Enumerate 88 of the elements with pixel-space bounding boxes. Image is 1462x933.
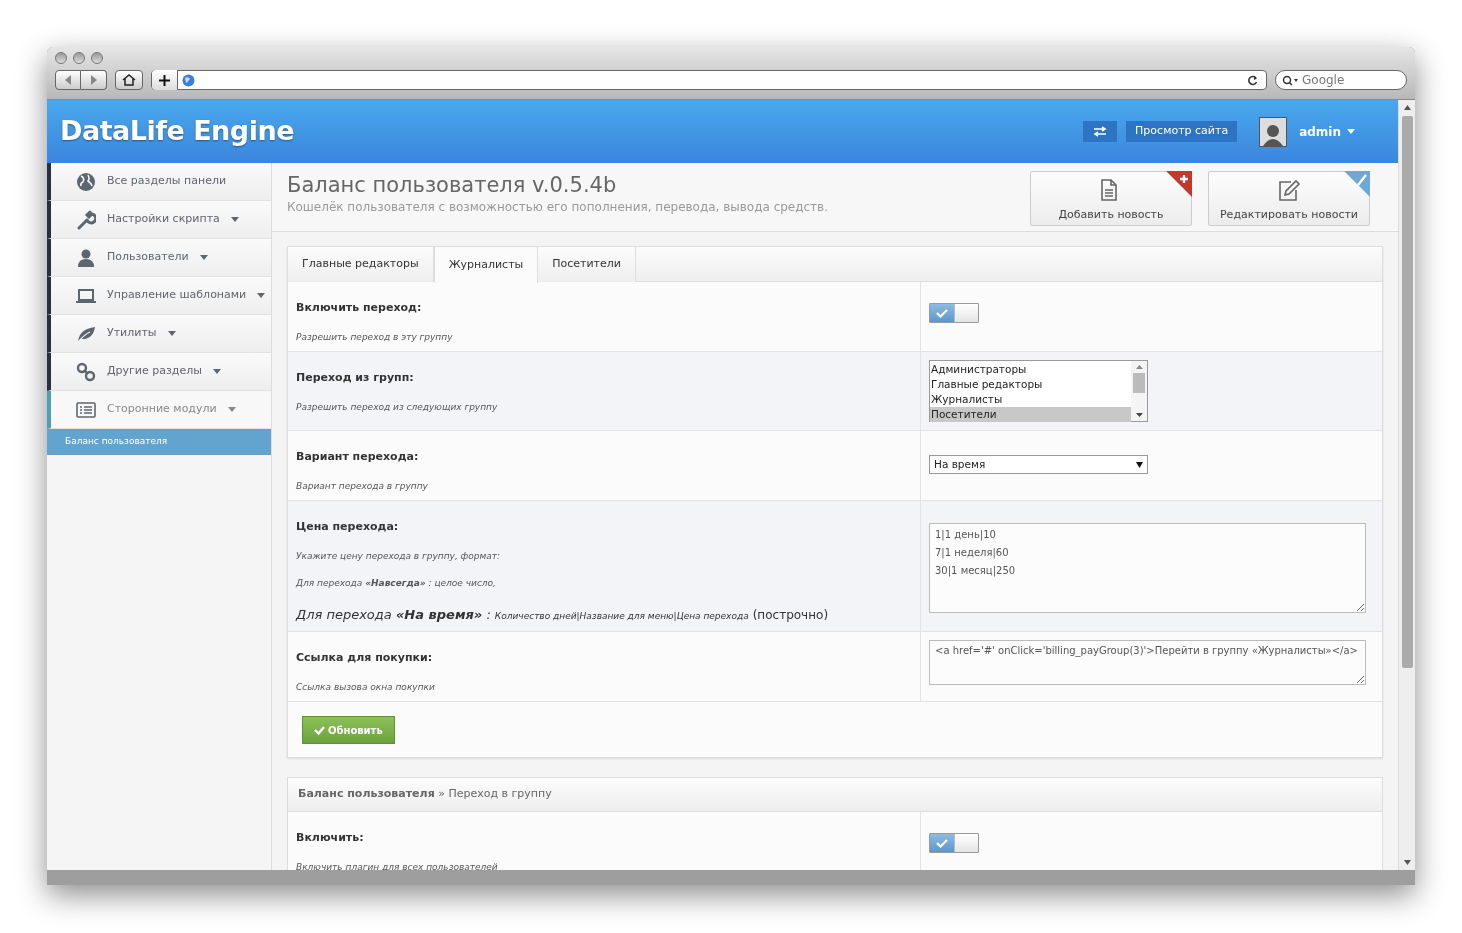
toggle-switch[interactable] — [929, 303, 979, 323]
setting-hint: Включить плагин для всех пользователей — [296, 860, 499, 870]
setting-hint: Разрешить переход из следующих группу — [296, 400, 499, 414]
dropdown-arrow-icon — [1136, 461, 1143, 468]
zoom-window-button[interactable] — [91, 52, 103, 64]
sidebar-item[interactable]: Пользователи — [47, 239, 271, 277]
list-option[interactable]: Посетители — [930, 407, 1131, 422]
back-button[interactable] — [55, 70, 81, 90]
add-news-button[interactable]: Добавить новость — [1030, 171, 1192, 226]
plus-icon — [159, 74, 170, 86]
sidebar-item-label: Настройки скрипта — [107, 211, 220, 228]
price-textarea[interactable]: 1|1 день|10 7|1 неделя|60 30|1 месяц|250 — [929, 523, 1366, 613]
list-icon — [76, 399, 96, 420]
group-listbox[interactable]: Администраторы Главные редакторы Журналисты Посетители — [929, 360, 1148, 422]
plus-icon — [1166, 171, 1192, 197]
setting-hint: Укажите цену перехода в группу, формат: — [296, 549, 502, 563]
tab[interactable]: Журналисты — [433, 247, 539, 283]
setting-label: Вариант перехода: — [296, 449, 420, 465]
sidebar-item[interactable]: Управление шаблонами — [47, 277, 271, 315]
setting-label: Включить переход: — [296, 300, 423, 316]
list-option[interactable]: Журналисты — [930, 392, 1131, 407]
home-icon — [122, 74, 136, 86]
setting-hint: Вариант перехода в группу — [296, 479, 429, 493]
pencil-icon — [1344, 171, 1370, 197]
scrollbar-thumb[interactable] — [1401, 116, 1413, 668]
checkmark-icon — [936, 838, 948, 848]
search-icon — [1282, 74, 1299, 86]
search-field[interactable]: Google — [1275, 70, 1407, 90]
search-input: Google — [1302, 71, 1392, 89]
setting-label: Цена перехода: — [296, 519, 400, 535]
sidebar-item-label: Сторонние модули — [107, 401, 217, 418]
globe-icon — [76, 171, 96, 192]
wrench-icon — [76, 209, 96, 230]
sidebar-item[interactable]: Утилиты — [47, 315, 271, 353]
scroll-down-arrow-icon — [1403, 860, 1411, 865]
edit-news-button[interactable]: Редактировать новости — [1208, 171, 1370, 226]
note-text: (построчно) — [752, 606, 829, 624]
setting-label: Переход из групп: — [296, 370, 415, 386]
setting-label: Включить: — [296, 830, 365, 846]
sidebar-item-label: Пользователи — [107, 249, 189, 266]
setting-hint: Для перехода «Навсегда» : целое число, — [296, 577, 497, 590]
list-scrollbar[interactable] — [1131, 361, 1147, 421]
link-icon — [76, 361, 96, 382]
view-site-button[interactable]: Просмотр сайта — [1126, 121, 1238, 142]
setting-hint: Разрешить переход в эту группу — [296, 330, 454, 344]
sidebar-item-label: Другие разделы — [107, 363, 202, 380]
scrollbar[interactable] — [1398, 100, 1415, 870]
sidebar-item-label: Управление шаблонами — [107, 287, 247, 304]
sidebar-item-label: Все разделы панели — [107, 173, 227, 190]
minimize-window-button[interactable] — [73, 52, 85, 64]
link-code-field[interactable]: <a href='#' onClick='billing_payGroup(3)'>Перейти в группу «Журналисты»</a> — [929, 640, 1366, 685]
sidebar-item[interactable]: Сторонние модули — [47, 391, 271, 429]
forward-button[interactable] — [81, 70, 107, 90]
note-text: Для перехода «На время» : — [296, 605, 491, 624]
close-window-button[interactable] — [55, 52, 67, 64]
home-button[interactable] — [115, 70, 143, 90]
format-text: Количество дней|Название для меню|Цена перехода — [494, 609, 749, 623]
caret-icon — [1347, 129, 1355, 134]
tab[interactable]: Главные редакторы — [288, 247, 434, 282]
globe-icon — [182, 73, 195, 87]
checkmark-icon — [936, 308, 948, 318]
forward-arrow-icon — [89, 75, 98, 85]
back-arrow-icon — [64, 75, 72, 85]
sidebar-item[interactable]: Настройки скрипта — [47, 201, 271, 239]
page-title: Баланс пользователя v.0.5.4b — [287, 172, 618, 198]
tab[interactable]: Посетители — [538, 247, 636, 282]
list-option[interactable]: Главные редакторы — [930, 377, 1131, 392]
sidebar-item-label: Утилиты — [107, 325, 157, 342]
add-tab-button[interactable] — [152, 70, 178, 90]
sidebar-item[interactable]: Другие разделы — [47, 353, 271, 391]
reload-icon — [1247, 74, 1258, 86]
page-subtitle: Кошелёк пользователя с возможностью его пополнения, перевода, вывода средств. — [287, 199, 828, 216]
list-option[interactable]: Администраторы — [930, 362, 1131, 377]
switch-button[interactable] — [1083, 121, 1118, 142]
sidebar-item[interactable]: Все разделы панели — [47, 163, 271, 201]
panel-title: Баланс пользователя » Переход в группу — [298, 786, 552, 803]
address-bar[interactable] — [151, 70, 1267, 90]
setting-hint: Ссылка вызова окна покупки — [296, 680, 436, 694]
scroll-up-arrow-icon — [1403, 105, 1411, 110]
setting-label: Ссылка для покупки: — [296, 650, 434, 666]
dropdown[interactable]: На время — [929, 455, 1148, 474]
edit-icon — [1277, 178, 1301, 203]
scroll-down-arrow-icon — [1135, 413, 1143, 417]
toggle-switch[interactable] — [929, 833, 979, 853]
checkmark-icon — [314, 725, 325, 735]
swap-arrows-icon — [1093, 126, 1108, 137]
scroll-up-arrow-icon — [1135, 365, 1143, 369]
user-icon — [76, 247, 96, 268]
